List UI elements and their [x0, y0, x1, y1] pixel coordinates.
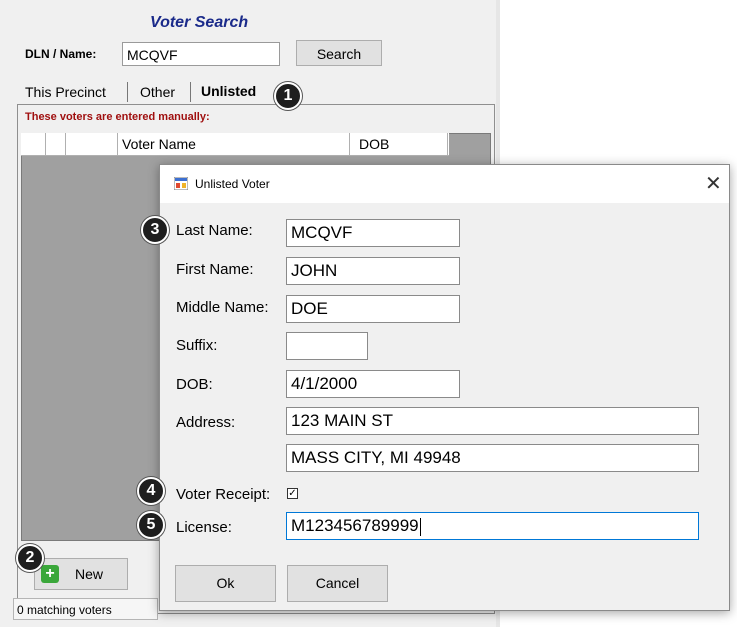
callout-badge-2: 2 [16, 544, 44, 572]
first-name-field[interactable]: JOHN [286, 257, 460, 285]
voter-search-title: Voter Search [150, 14, 249, 31]
voter-receipt-checkbox[interactable]: ✓ [287, 488, 298, 499]
first-name-label: First Name: [176, 261, 254, 278]
tab-other[interactable]: Other [140, 80, 175, 104]
close-icon[interactable]: ✕ [705, 171, 722, 196]
address-line2-field[interactable]: MASS CITY, MI 49948 [286, 444, 699, 472]
suffix-field[interactable] [286, 332, 368, 360]
voter-grid-header: Voter Name DOB [21, 133, 449, 156]
middle-name-label: Middle Name: [176, 299, 269, 316]
license-value: M123456789999 [291, 516, 419, 535]
middle-name-field[interactable]: DOE [286, 295, 460, 323]
window-icon [174, 177, 188, 190]
address-label: Address: [176, 414, 236, 431]
license-label: License: [176, 519, 232, 536]
dialog-title: Unlisted Voter [195, 177, 270, 191]
address-line1-field[interactable]: 123 MAIN ST [286, 407, 699, 435]
suffix-label: Suffix: [176, 337, 218, 354]
grid-header-cell [65, 133, 118, 155]
grid-header-cell [45, 133, 66, 155]
last-name-label: Last Name: [176, 222, 253, 239]
callout-badge-5: 5 [137, 511, 165, 539]
search-button[interactable]: Search [296, 40, 382, 66]
text-caret [419, 517, 421, 536]
grid-header-cell [21, 133, 46, 155]
grid-header-dob[interactable]: DOB [351, 133, 448, 155]
status-bar: 0 matching voters [13, 598, 158, 620]
checkmark-icon: ✓ [288, 488, 297, 499]
tab-this-precinct[interactable]: This Precinct [25, 80, 106, 104]
tab-unlisted[interactable]: Unlisted [195, 78, 281, 105]
license-field[interactable]: M123456789999 [286, 512, 699, 540]
plus-icon: + [41, 565, 59, 583]
dln-name-label: DLN / Name: [25, 47, 97, 61]
last-name-field[interactable]: MCQVF [286, 219, 460, 247]
new-voter-button[interactable]: + New [34, 558, 128, 590]
manual-entry-note: These voters are entered manually: [25, 111, 210, 123]
cancel-button[interactable]: Cancel [287, 565, 388, 602]
callout-badge-4: 4 [137, 477, 165, 505]
ok-button[interactable]: Ok [175, 565, 276, 602]
tab-separator [127, 82, 128, 102]
dob-field[interactable]: 4/1/2000 [286, 370, 460, 398]
dob-label: DOB: [176, 376, 213, 393]
dialog-titlebar: Unlisted Voter ✕ [160, 165, 729, 203]
callout-badge-1: 1 [274, 82, 302, 110]
callout-badge-3: 3 [141, 216, 169, 244]
new-button-label: New [75, 566, 104, 582]
tab-separator [190, 82, 191, 102]
dln-name-input[interactable]: MCQVF [122, 42, 280, 66]
voter-receipt-label: Voter Receipt: [176, 486, 271, 503]
grid-header-voter-name[interactable]: Voter Name [118, 133, 350, 155]
